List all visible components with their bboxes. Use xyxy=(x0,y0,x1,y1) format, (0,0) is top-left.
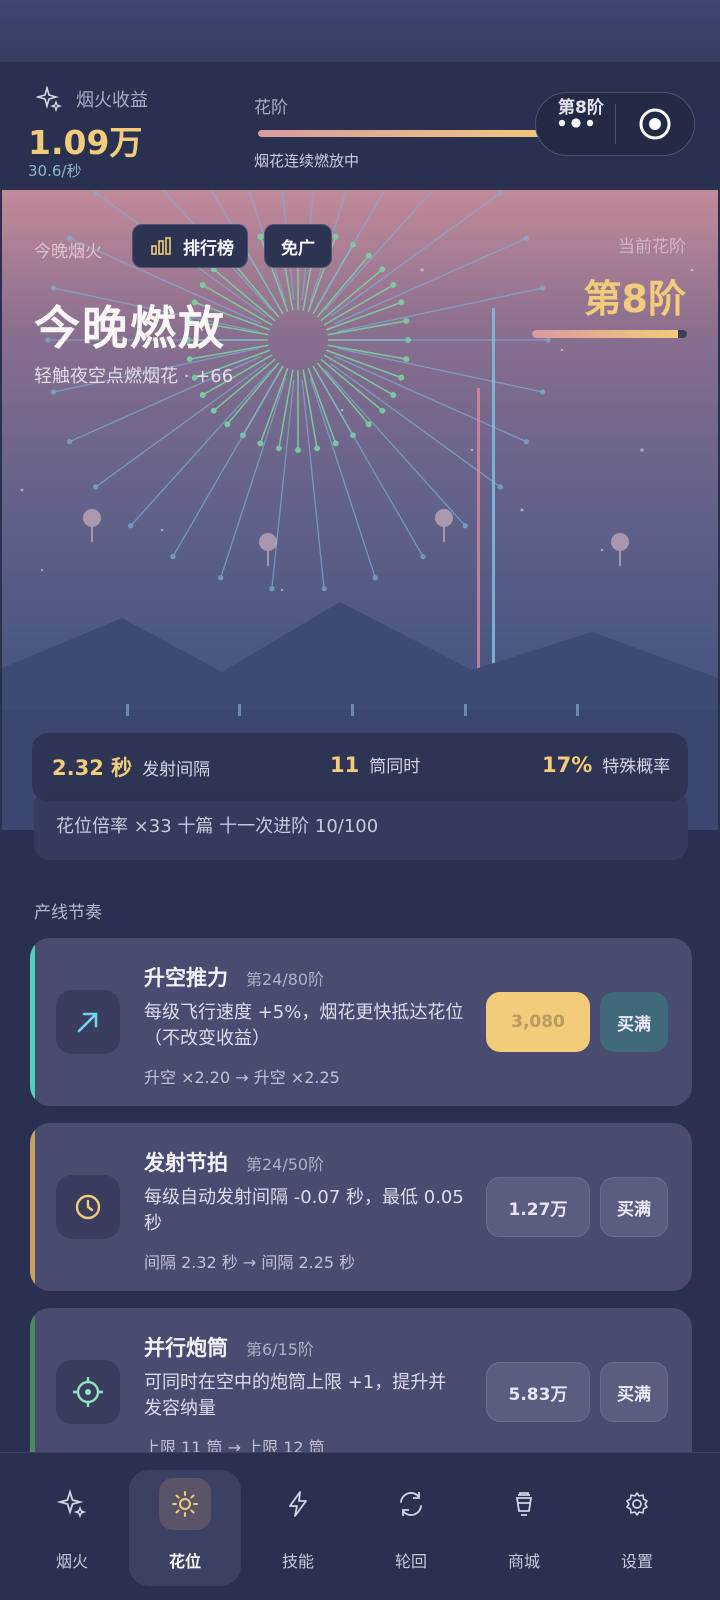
upgrade-description: 可同时在空中的炮筒上限 +1，提升并发容纳量 xyxy=(144,1372,447,1419)
upgrade-title: 升空推力 xyxy=(144,966,228,990)
capsule-tier: 第8阶 xyxy=(558,98,604,118)
current-tier-label: 当前花阶 xyxy=(618,237,686,257)
tab-label: 烟火 xyxy=(55,1552,88,1571)
sun-icon xyxy=(159,1478,211,1530)
tab-skills[interactable]: 技能 xyxy=(242,1470,354,1586)
stage-progress-fill xyxy=(258,130,576,137)
lightning-icon xyxy=(272,1478,324,1530)
tab-settings[interactable]: 设置 xyxy=(581,1470,693,1586)
upgrade-change: 升空 ×2.20 → 升空 ×2.25 xyxy=(144,1068,340,1087)
tab-shop[interactable]: 商城 xyxy=(468,1470,580,1586)
current-tier-fill xyxy=(532,330,678,338)
upgrade-card-tempo: 发射节拍 第24/50阶 每级自动发射间隔 -0.07 秒，最低 0.05 秒 … xyxy=(30,1123,692,1291)
tab-positions[interactable]: 花位 xyxy=(129,1470,241,1586)
buy-max-button[interactable]: 买满 xyxy=(600,992,668,1052)
card-accent xyxy=(30,1308,35,1476)
upgrade-card-tubes: 并行炮筒 第6/15阶 可同时在空中的炮筒上限 +1，提升并发容纳量 上限 11… xyxy=(30,1308,692,1476)
special-label: 特殊概率 xyxy=(602,757,671,777)
upgrade-tier: 第24/50阶 xyxy=(246,1155,325,1174)
buy-button[interactable]: 1.27万 xyxy=(486,1177,590,1237)
special-value: 17% xyxy=(542,753,593,777)
capsule-divider xyxy=(615,104,616,144)
tab-label: 设置 xyxy=(620,1552,653,1571)
clock-icon xyxy=(56,1175,120,1239)
upgrade-tier: 第6/15阶 xyxy=(246,1340,314,1359)
tab-label: 轮回 xyxy=(394,1552,427,1571)
tubes-label: 筒同时 xyxy=(369,757,421,777)
card-accent xyxy=(30,938,35,1106)
upgrade-title: 并行炮筒 xyxy=(144,1336,228,1360)
stat-tubes: 11 筒同时 xyxy=(330,752,420,777)
tonight-label: 今晚烟火 xyxy=(34,242,102,262)
interval-label: 发射间隔 xyxy=(142,760,211,780)
current-tier-progress xyxy=(532,330,687,338)
buy-button[interactable]: 5.83万 xyxy=(486,1362,590,1422)
section-title: 产线节奏 xyxy=(34,903,102,923)
upgrade-description: 每级飞行速度 +5%，烟花更快抵达花位（不改变收益） xyxy=(144,1002,464,1049)
more-icon[interactable] xyxy=(556,117,596,129)
gear-icon xyxy=(611,1478,663,1530)
arrow-up-right-icon xyxy=(56,990,120,1054)
leaderboard-label: 排行榜 xyxy=(183,238,234,259)
tab-label: 技能 xyxy=(281,1552,314,1571)
stage-label: 花阶 xyxy=(254,98,288,118)
interval-value: 2.32 秒 xyxy=(52,756,133,780)
upgrade-title: 发射节拍 xyxy=(144,1151,228,1175)
stat-special: 17% 特殊概率 xyxy=(542,752,670,777)
refresh-icon xyxy=(385,1478,437,1530)
tab-label: 花位 xyxy=(168,1552,201,1571)
earnings-value: 1.09万 xyxy=(28,123,143,162)
tubes-value: 11 xyxy=(330,753,360,777)
sparkle-icon xyxy=(46,1478,98,1530)
crosshair-icon xyxy=(56,1360,120,1424)
earnings-label: 烟火收益 xyxy=(76,90,148,111)
close-target-icon[interactable] xyxy=(637,106,673,142)
upgrade-tier: 第24/80阶 xyxy=(246,970,325,989)
tab-fireworks[interactable]: 烟火 xyxy=(16,1470,128,1586)
buy-max-button[interactable]: 买满 xyxy=(600,1177,668,1237)
bar-chart-icon xyxy=(151,237,171,255)
buy-button[interactable]: 3,080 xyxy=(486,992,590,1052)
lantern-icon xyxy=(498,1478,550,1530)
hero-title: 今晚燃放 xyxy=(34,301,226,355)
ad-free-button[interactable]: 免广 xyxy=(264,224,332,268)
stage-status: 烟花连续燃放中 xyxy=(254,152,360,170)
tab-label: 商城 xyxy=(507,1552,540,1571)
upgrade-description: 每级自动发射间隔 -0.07 秒，最低 0.05 秒 xyxy=(144,1187,464,1234)
upgrade-change: 间隔 2.32 秒 → 间隔 2.25 秒 xyxy=(144,1253,356,1272)
status-strip xyxy=(0,0,720,62)
card-accent xyxy=(30,1123,35,1291)
sparkle-icon xyxy=(36,86,62,112)
earnings-rate: 30.6/秒 xyxy=(28,162,82,180)
current-tier-value: 第8阶 xyxy=(583,277,686,321)
leaderboard-button[interactable]: 排行榜 xyxy=(132,224,248,268)
upgrade-card-lift: 升空推力 第24/80阶 每级飞行速度 +5%，烟花更快抵达花位（不改变收益） … xyxy=(30,938,692,1106)
peek-text: 花位倍率 ×33 十篇 十一次进阶 10/100 xyxy=(56,816,379,837)
hero-subtitle: 轻触夜空点燃烟花 · +66 xyxy=(34,366,234,387)
stat-interval: 2.32 秒 发射间隔 xyxy=(52,752,210,782)
tab-rebirth[interactable]: 轮回 xyxy=(355,1470,467,1586)
buy-max-button[interactable]: 买满 xyxy=(600,1362,668,1422)
